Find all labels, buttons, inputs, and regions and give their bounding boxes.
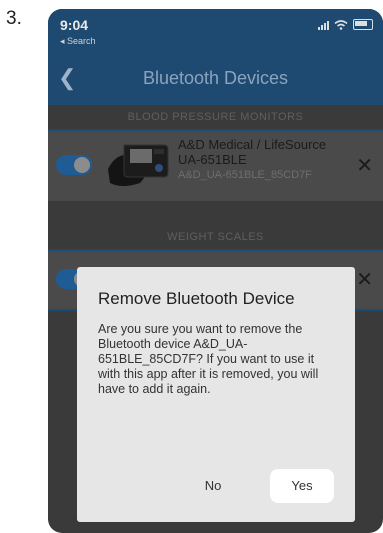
dialog-message: Are you sure you want to remove the Blue…: [98, 322, 319, 396]
remove-device-dialog: Remove Bluetooth Device Are you sure you…: [77, 267, 355, 522]
remove-device-icon[interactable]: ✕: [356, 267, 373, 292]
status-bar: 9:04 ◂ Search: [48, 9, 383, 53]
blood-pressure-monitor-image: [108, 144, 169, 186]
section-header-blood-pressure: BLOOD PRESSURE MONITORS: [48, 105, 383, 129]
status-icons: [318, 19, 373, 30]
wifi-icon: [334, 20, 348, 30]
step-number: 3.: [6, 8, 22, 29]
device-row[interactable]: A&D Medical / LifeSource UA-651BLE A&D_U…: [48, 129, 383, 203]
device-id: A&D_UA-651BLE_85CD7F: [178, 169, 312, 181]
dialog-title: Remove Bluetooth Device: [98, 289, 295, 308]
device-enabled-toggle[interactable]: [56, 155, 92, 175]
signal-icon: [318, 21, 329, 30]
status-time: 9:04: [60, 17, 89, 33]
yes-button[interactable]: Yes: [270, 469, 334, 503]
remove-device-icon[interactable]: ✕: [356, 153, 373, 178]
section-spacer: [48, 201, 383, 223]
phone-screen: 9:04 ◂ Search ❮ Bluetooth Devices BLOOD …: [48, 9, 383, 533]
nav-bar: ❮ Bluetooth Devices: [48, 53, 383, 105]
section-header-weight-scales: WEIGHT SCALES: [48, 225, 383, 249]
back-to-search-link[interactable]: ◂ Search: [60, 36, 96, 47]
device-name: A&D Medical / LifeSource UA-651BLE: [178, 137, 327, 167]
page-title: Bluetooth Devices: [142, 68, 289, 88]
battery-icon: [353, 19, 373, 30]
no-button[interactable]: No: [189, 470, 237, 502]
